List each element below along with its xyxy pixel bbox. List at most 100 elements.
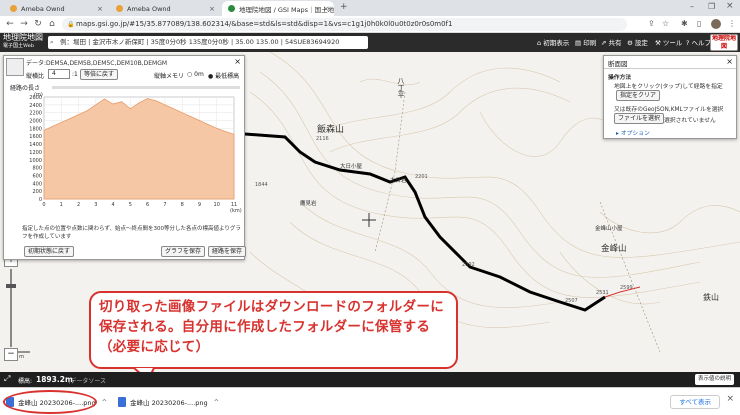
url-text: maps.gsi.go.jp/#15/35.877089/138.602314/… bbox=[76, 20, 453, 28]
tools-button[interactable]: ⚒ ツール bbox=[655, 37, 682, 47]
elevation-point bbox=[78, 114, 79, 116]
options-toggle[interactable]: ▸ オプション bbox=[616, 128, 650, 137]
download-bar: 金峰山 20230206-....png ^ 金峰山 20230206-....… bbox=[0, 387, 740, 415]
equal-scale-button[interactable]: 等倍に戻す bbox=[80, 69, 119, 80]
button-label: 初期状態に戻す bbox=[28, 248, 71, 255]
elevation-source: (データソース bbox=[68, 378, 107, 385]
y-tick-label: 1800 bbox=[29, 126, 42, 132]
back-icon[interactable]: ← bbox=[3, 19, 17, 29]
button-label: 等倍に戻す bbox=[84, 71, 115, 78]
elevation-point bbox=[121, 101, 123, 103]
elevation-point bbox=[224, 131, 226, 132]
button-label: 表示値の説明 bbox=[698, 376, 732, 382]
map-label-kinpusan: 金峰山 bbox=[601, 244, 627, 254]
panel-title: 断面図 bbox=[608, 60, 628, 68]
tab-ameba-1[interactable]: Ameba Ownd × bbox=[4, 1, 108, 16]
new-tab-icon[interactable]: + bbox=[340, 2, 348, 12]
chevron-up-icon[interactable]: ^ bbox=[214, 398, 219, 406]
legend-explain-button[interactable]: 表示値の説明 bbox=[695, 374, 735, 385]
elevation-point bbox=[173, 108, 174, 110]
extensions-icon[interactable]: ✱ bbox=[681, 19, 688, 28]
x-tick-label: 7 bbox=[163, 202, 166, 208]
divider bbox=[604, 68, 736, 69]
elevation-point-label: 1844 bbox=[255, 182, 268, 188]
elevation-chart: 0 200 400 600800 1000 1200 1400 1600 18002000 220… bbox=[29, 92, 242, 214]
url-bar[interactable]: 🔒 maps.gsi.go.jp/#15/35.877089/138.60231… bbox=[62, 18, 627, 31]
help-button[interactable]: ? ヘルプ bbox=[686, 37, 711, 47]
file-status: 選択されていません bbox=[664, 118, 716, 124]
forward-icon[interactable]: → bbox=[17, 19, 31, 29]
close-icon[interactable]: × bbox=[234, 57, 241, 66]
elevation-point-label: 2092 bbox=[462, 262, 475, 268]
share-icon[interactable]: ⇪ bbox=[648, 19, 655, 28]
gsi-logo[interactable]: 地理院地図 電子国土Web bbox=[3, 34, 43, 50]
elevation-point bbox=[138, 102, 140, 104]
reset-button[interactable]: 初期状態に戻す bbox=[24, 246, 75, 257]
reload-icon[interactable]: ↻ bbox=[31, 19, 45, 29]
button-label: 初期表示 bbox=[543, 39, 570, 47]
x-tick-label: 1 bbox=[60, 202, 63, 208]
tab-close-icon[interactable]: × bbox=[323, 5, 329, 13]
elevation-point bbox=[86, 110, 88, 112]
vector-map-button[interactable]: 地理院地図 Vector bbox=[710, 34, 738, 58]
x-axis-label: (km) bbox=[230, 208, 242, 214]
clear-selection-button[interactable]: 指定をクリア bbox=[616, 90, 661, 101]
x-tick-label: 8 bbox=[181, 202, 184, 208]
x-tick-label: 4 bbox=[111, 202, 114, 208]
gsi-header: 地理院地図 電子国土Web ⌕ 例：堀田 | 金沢市木ノ新保町 | 35度0分0… bbox=[0, 33, 740, 58]
tab-close-icon[interactable]: × bbox=[209, 5, 215, 13]
tab-close-icon[interactable]: × bbox=[97, 5, 103, 13]
map-status-bar: ⤢ 標高: 1893.2m (データソース 表示値の説明 bbox=[0, 372, 740, 387]
y-tick-label: 1000 bbox=[29, 158, 42, 164]
logo-subtitle: 電子国土Web bbox=[3, 43, 34, 49]
save-route-button[interactable]: 経路を保存 bbox=[208, 246, 247, 257]
zoom-out-button[interactable]: − bbox=[4, 348, 18, 361]
gsi-favicon-icon bbox=[228, 5, 235, 12]
tab-gsi-maps[interactable]: 地理院地図 / GSI Maps｜国土地 × bbox=[222, 1, 334, 16]
y-tick-label: 600 bbox=[32, 173, 42, 179]
zoom-slider-track[interactable] bbox=[10, 269, 12, 347]
elevation-label: 標高: bbox=[18, 378, 33, 385]
elevation-point bbox=[69, 118, 71, 119]
download-item[interactable]: 金峰山 20230206-....png ^ bbox=[118, 394, 219, 410]
print-button[interactable]: ▤ 印刷 bbox=[575, 37, 596, 47]
radio-0m[interactable]: ○ 0m bbox=[187, 71, 204, 78]
profile-panel-icon bbox=[6, 58, 24, 76]
menu-icon[interactable]: ⋮ bbox=[728, 19, 736, 28]
x-tick-label: 6 bbox=[146, 202, 149, 208]
tab-ameba-2[interactable]: Ameba Ownd × bbox=[110, 1, 220, 16]
annotation-callout: 切り取った画像ファイルはダウンロードのフォルダーに保存される。自分用に作成したフ… bbox=[89, 291, 458, 369]
zoom-control: + − bbox=[4, 254, 18, 364]
x-tick-label: 9 bbox=[198, 202, 201, 208]
vexag-input[interactable]: 4 bbox=[48, 69, 70, 79]
minimize-icon[interactable]: – bbox=[690, 2, 694, 11]
show-all-button[interactable]: すべて表示 bbox=[670, 395, 720, 409]
ameba-favicon-icon bbox=[10, 5, 17, 12]
share-button[interactable]: ⇗ 共有 bbox=[601, 37, 622, 47]
search-input[interactable]: ⌕ 例：堀田 | 金沢市木ノ新保町 | 35度0分0秒 135度0分0秒 | 3… bbox=[48, 36, 368, 49]
selected-route-line bbox=[244, 132, 606, 312]
maximize-icon[interactable]: ❐ bbox=[708, 2, 715, 11]
search-placeholder: 例：堀田 | 金沢市木ノ新保町 | 35度0分0秒 135度0分0秒 | 35.… bbox=[60, 38, 340, 46]
elevation-point-label: 2507 bbox=[565, 298, 578, 304]
star-icon[interactable]: ☆ bbox=[662, 19, 669, 28]
home-icon[interactable]: ⌂ bbox=[45, 19, 59, 29]
avatar[interactable] bbox=[711, 19, 721, 29]
initial-view-button[interactable]: ⌂ 初期表示 bbox=[537, 37, 569, 47]
elevation-point bbox=[60, 122, 62, 123]
choose-file-button[interactable]: ファイルを選択 bbox=[614, 113, 665, 124]
expand-icon[interactable]: ⤢ bbox=[4, 374, 10, 384]
elevation-point bbox=[181, 112, 183, 114]
profile-data-source: データ:DEM5A,DEM5B,DEM5C,DEM10B,DEMGM bbox=[26, 60, 168, 67]
close-icon[interactable]: × bbox=[726, 394, 734, 404]
radio-min-elev[interactable]: ● 最低標高 bbox=[208, 71, 239, 80]
map-label-takamiiwa: 鷹見岩 bbox=[300, 201, 317, 207]
close-icon[interactable]: × bbox=[726, 57, 733, 66]
sidebar-icon[interactable]: ▯ bbox=[697, 19, 701, 28]
window-close-icon[interactable]: × bbox=[726, 1, 734, 11]
settings-button[interactable]: ⚙ 設定 bbox=[627, 37, 648, 47]
zoom-slider-handle[interactable] bbox=[6, 284, 16, 288]
save-graph-button[interactable]: グラフを保存 bbox=[161, 246, 206, 257]
chevron-up-icon[interactable]: ^ bbox=[102, 398, 107, 406]
logo-title: 地理院地図 bbox=[3, 33, 43, 42]
